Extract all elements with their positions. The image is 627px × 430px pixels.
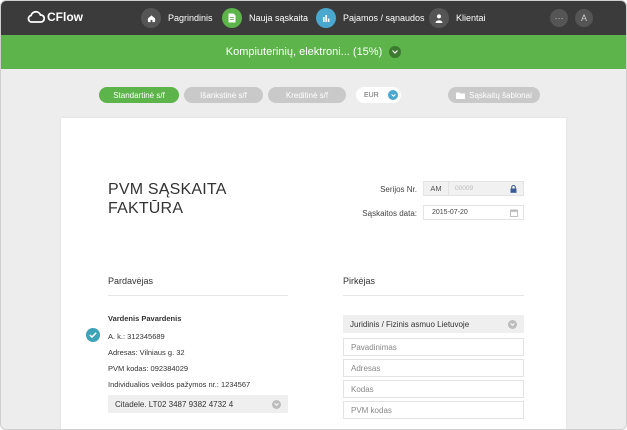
logo[interactable]: CFlow [27, 10, 83, 24]
chart-icon [316, 8, 336, 28]
tab-label: Kreditinė s/f [285, 90, 329, 100]
series-label: Serijos Nr. [380, 185, 417, 194]
calendar-icon[interactable] [510, 209, 518, 217]
app-window: CFlow Pagrindinis Nauja sąskaita Pajamos… [0, 0, 627, 430]
currency-select[interactable]: EUR [356, 87, 401, 103]
placeholder-text: Kodas [351, 384, 374, 394]
buyer-address-input[interactable]: Adresas [343, 359, 524, 377]
seller-name: Vardenis Pavardenis [108, 314, 182, 323]
currency-value: EUR [364, 91, 379, 99]
chevron-down-icon [272, 399, 281, 409]
buyer-type-value: Juridinis / Fizinis asmuo Lietuvoje [350, 319, 470, 329]
divider [343, 295, 524, 296]
nav-item-label: Pajamos / sąnaudos [343, 13, 425, 23]
buyer-vat-input[interactable]: PVM kodas [343, 401, 524, 419]
home-icon [141, 8, 161, 28]
tab-label: Standartinė s/f [113, 90, 165, 100]
templates-label: Sąskaitų šablonai [469, 90, 532, 100]
nav-item-label: Klientai [456, 13, 486, 23]
chevron-down-icon [508, 319, 517, 329]
nav-item-clients[interactable]: Klientai [429, 8, 486, 28]
seller-selected-check-icon[interactable] [86, 328, 100, 342]
logo-text: CFlow [47, 10, 83, 24]
chevron-down-icon [388, 90, 398, 100]
nav-item-income-expenses[interactable]: Pajamos / sąnaudos [316, 8, 425, 28]
seller-bank-value: Citadele. LT02 3487 9382 4732 4 [115, 399, 234, 409]
lock-icon[interactable] [510, 184, 517, 193]
nav-item-label: Nauja sąskaita [249, 13, 309, 23]
buyer-code-input[interactable]: Kodas [343, 380, 524, 398]
divider [108, 295, 288, 296]
seller-address: Adresas: Vilniaus g. 32 [108, 348, 185, 357]
series-number-input[interactable]: 00009 [449, 185, 510, 192]
company-name: Kompiuterinių, elektroni... (15%) [225, 46, 383, 58]
seller-heading: Pardavėjas [108, 276, 154, 286]
invoice-date-value: 2015-07-20 [432, 209, 468, 216]
new-invoice-icon [222, 8, 242, 28]
avatar[interactable]: A [575, 9, 593, 27]
title-line: PVM SĄSKAITA [108, 181, 227, 198]
tab-standard-invoice[interactable]: Standartinė s/f [99, 87, 179, 103]
invoice-document: PVM SĄSKAITA FAKTŪRA Serijos Nr. AM 0000… [61, 118, 566, 429]
company-selector[interactable]: Kompiuterinių, elektroni... (15%) [1, 35, 626, 69]
placeholder-text: PVM kodas [351, 405, 392, 415]
chevron-down-icon[interactable] [389, 46, 402, 58]
seller-license: Individualios veiklos pažymos nr.: 12345… [108, 380, 251, 389]
nav-item-home[interactable]: Pagrindinis [141, 8, 213, 28]
invoice-templates-button[interactable]: Sąskaitų šablonai [448, 87, 540, 103]
document-title: PVM SĄSKAITA FAKTŪRA [108, 180, 258, 218]
series-prefix[interactable]: AM [424, 182, 449, 195]
more-icon: ··· [554, 13, 564, 23]
top-navigation: CFlow Pagrindinis Nauja sąskaita Pajamos… [1, 1, 626, 35]
placeholder-text: Adresas [351, 363, 381, 373]
buyer-name-input[interactable]: Pavadinimas [343, 338, 524, 356]
placeholder-text: Pavadinimas [351, 342, 397, 352]
tab-credit-invoice[interactable]: Kreditinė s/f [268, 87, 346, 103]
buyer-type-select[interactable]: Juridinis / Fizinis asmuo Lietuvoje [343, 315, 524, 333]
series-field: AM 00009 [423, 181, 524, 196]
invoice-date-field[interactable]: 2015-07-20 [423, 205, 524, 220]
tab-label: Išankstinė s/f [200, 90, 247, 100]
title-line: FAKTŪRA [108, 200, 184, 217]
folder-icon [456, 92, 466, 99]
avatar-initial: A [580, 13, 587, 23]
nav-item-new-invoice[interactable]: Nauja sąskaita [222, 8, 308, 28]
invoice-date-label: Sąskaitos data: [362, 209, 417, 218]
seller-vat-code: PVM kodas: 092384029 [108, 364, 189, 373]
cloud-icon [27, 10, 45, 23]
buyer-heading: Pirkėjas [343, 276, 376, 286]
nav-item-label: Pagrindinis [168, 13, 213, 23]
user-icon [429, 8, 449, 28]
more-menu-button[interactable]: ··· [550, 9, 568, 27]
seller-bank-select[interactable]: Citadele. LT02 3487 9382 4732 4 [108, 395, 288, 413]
tab-advance-invoice[interactable]: Išankstinė s/f [184, 87, 263, 103]
seller-code: A. k.: 312345689 [108, 332, 165, 341]
